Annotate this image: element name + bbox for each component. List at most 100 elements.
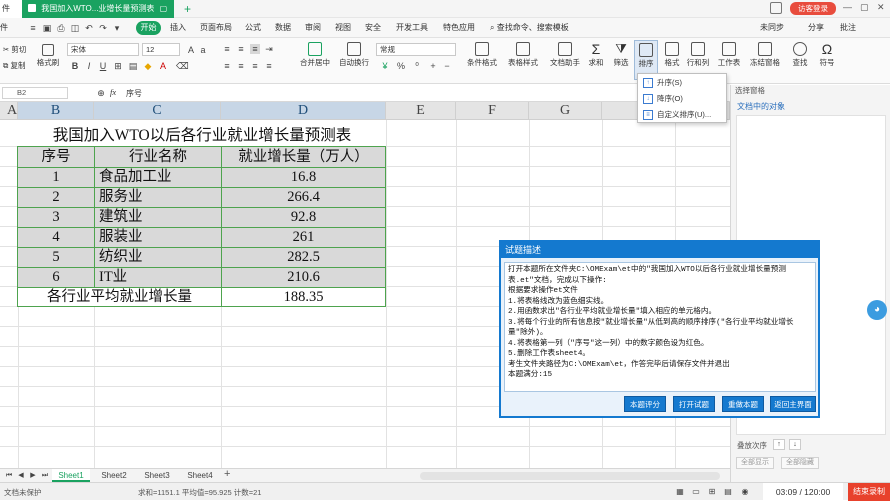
col-header-g[interactable]: G bbox=[529, 102, 602, 120]
tab-review[interactable]: 审阅 bbox=[305, 21, 321, 35]
col-header-f[interactable]: F bbox=[456, 102, 529, 120]
next-sheet-icon[interactable]: ▶ bbox=[28, 471, 38, 481]
redo-icon[interactable]: ↷ bbox=[98, 23, 108, 33]
cell-no[interactable]: 6 bbox=[18, 268, 94, 288]
font-grow-icon[interactable]: A bbox=[186, 45, 196, 55]
search-command[interactable]: ⌕ 查找命令、搜索模板 bbox=[490, 21, 569, 35]
page-view-icon[interactable]: ▭ bbox=[691, 487, 701, 497]
thousands-icon[interactable]: ⁰ bbox=[412, 61, 422, 71]
preview-icon[interactable]: ◫ bbox=[70, 23, 80, 33]
cell-no[interactable]: 3 bbox=[18, 208, 94, 228]
cell-no[interactable]: 5 bbox=[18, 248, 94, 268]
avg-value-cell[interactable]: 188.35 bbox=[222, 288, 385, 308]
document-tab[interactable]: 我国加入WTO...业增长量预测表 ▢ ✕ bbox=[22, 0, 174, 31]
prev-sheet-icon[interactable]: ◀ bbox=[16, 471, 26, 481]
font-color-icon[interactable]: A bbox=[158, 61, 168, 71]
header-cell-no[interactable]: 序号 bbox=[18, 148, 94, 168]
tab-formula[interactable]: 公式 bbox=[245, 21, 261, 35]
cell-value[interactable]: 261 bbox=[222, 228, 385, 248]
copy-button[interactable]: ⧉ 复制 bbox=[3, 60, 25, 71]
cell-name[interactable]: 食品加工业 bbox=[99, 168, 221, 188]
tab-developer[interactable]: 开发工具 bbox=[396, 21, 428, 35]
font-name-select[interactable]: 宋体 bbox=[67, 43, 139, 56]
align-middle-icon[interactable]: ≡ bbox=[236, 44, 246, 54]
redo-question-button[interactable]: 重做本题 bbox=[722, 396, 764, 412]
sort-ascending-item[interactable]: ↑ 升序(S) bbox=[640, 76, 726, 90]
tab-page-layout[interactable]: 页面布局 bbox=[200, 21, 232, 35]
formula-input[interactable]: 序号 bbox=[126, 88, 142, 99]
reading-view-icon[interactable]: ▤ bbox=[723, 487, 733, 497]
align-bottom-icon[interactable]: ≡ bbox=[250, 44, 260, 54]
custom-sort-item[interactable]: ≡ 自定义排序(U)... bbox=[640, 108, 726, 122]
first-sheet-icon[interactable]: ⏮ bbox=[4, 471, 14, 481]
col-header-d[interactable]: D bbox=[221, 102, 386, 120]
add-tab-button[interactable]: + bbox=[178, 0, 197, 18]
last-sheet-icon[interactable]: ⏭ bbox=[40, 471, 50, 481]
add-sheet-icon[interactable]: + bbox=[224, 468, 230, 480]
col-header-b[interactable]: B bbox=[18, 102, 94, 120]
cell-value[interactable]: 266.4 bbox=[222, 188, 385, 208]
minimize-button[interactable]: — bbox=[843, 2, 852, 12]
cell-value[interactable]: 92.8 bbox=[222, 208, 385, 228]
align-left-icon[interactable]: ≡ bbox=[222, 61, 232, 71]
sheet-title[interactable]: 我国加入WTO以后各行业就业增长量预测表 bbox=[18, 126, 386, 146]
bold-button[interactable]: B bbox=[70, 61, 80, 71]
normal-view-icon[interactable]: ▦ bbox=[675, 487, 685, 497]
cell-value[interactable]: 282.5 bbox=[222, 248, 385, 268]
wrap-text-button[interactable]: 自动换行 bbox=[336, 42, 372, 68]
col-header-e[interactable]: E bbox=[386, 102, 456, 120]
fill-color-icon[interactable]: ◆ bbox=[143, 61, 153, 71]
conditional-format-button[interactable]: 条件格式 bbox=[462, 42, 502, 68]
sheet-tab-4[interactable]: Sheet4 bbox=[182, 469, 218, 482]
format-button[interactable]: 格式 bbox=[660, 42, 684, 68]
sheet-tab-3[interactable]: Sheet3 bbox=[139, 469, 175, 482]
tab-view[interactable]: 视图 bbox=[335, 21, 351, 35]
fx-button[interactable]: fx bbox=[110, 87, 116, 97]
cell-name[interactable]: 纺织业 bbox=[99, 248, 221, 268]
font-size-select[interactable]: 12 bbox=[142, 43, 180, 56]
more-icon[interactable]: ▾ bbox=[112, 23, 122, 33]
symbol-button[interactable]: Ω 符号 bbox=[814, 42, 840, 68]
back-to-main-button[interactable]: 返回主界面 bbox=[770, 396, 816, 412]
zoom-icon[interactable]: ⊕ bbox=[96, 88, 106, 98]
cell-name[interactable]: 建筑业 bbox=[99, 208, 221, 228]
italic-button[interactable]: I bbox=[84, 61, 94, 71]
merge-center-button[interactable]: 合并居中 bbox=[296, 42, 334, 68]
chat-bot-icon[interactable]: ◕ bbox=[867, 300, 887, 320]
close-window-button[interactable]: ✕ bbox=[877, 2, 885, 13]
col-header-c[interactable]: C bbox=[94, 102, 221, 120]
eye-icon[interactable]: ◉ bbox=[740, 487, 750, 497]
share-button[interactable]: 分享 bbox=[808, 21, 824, 35]
col-header-a[interactable]: A bbox=[0, 102, 18, 120]
question-text-box[interactable]: 打开本题所在文件夹C:\OMExam\et中的"我国加入WTO以后各行业就业增长… bbox=[504, 262, 816, 392]
print-icon[interactable]: ⎙ bbox=[56, 23, 66, 33]
filter-button[interactable]: ⧩ 筛选 bbox=[609, 42, 633, 68]
grade-button[interactable]: 本题评分 bbox=[624, 396, 666, 412]
align-right-icon[interactable]: ≡ bbox=[250, 61, 260, 71]
row-col-button[interactable]: 行和列 bbox=[684, 42, 712, 68]
freeze-panes-button[interactable]: 冻结窗格 bbox=[746, 42, 784, 68]
font-shrink-icon[interactable]: a bbox=[198, 45, 208, 55]
menu-file[interactable]: 件 bbox=[0, 21, 8, 35]
sync-status[interactable]: 未同步 bbox=[760, 21, 784, 35]
move-up-icon[interactable]: ↑ bbox=[773, 439, 785, 450]
sum-button[interactable]: Σ 求和 bbox=[584, 42, 608, 68]
cell-name[interactable]: IT业 bbox=[99, 268, 221, 288]
tab-insert[interactable]: 插入 bbox=[170, 21, 186, 35]
cell-value[interactable]: 210.6 bbox=[222, 268, 385, 288]
horizontal-scrollbar[interactable] bbox=[420, 472, 720, 480]
sort-descending-item[interactable]: ↓ 降序(O) bbox=[640, 92, 726, 106]
percent-icon[interactable]: % bbox=[396, 61, 406, 71]
cell-no[interactable]: 1 bbox=[18, 168, 94, 188]
doc-helper-button[interactable]: 文档助手 bbox=[547, 42, 583, 68]
cut-button[interactable]: ✂ 剪切 bbox=[3, 44, 26, 55]
worksheet-button[interactable]: 工作表 bbox=[714, 42, 744, 68]
indent-icon[interactable]: ⇥ bbox=[264, 44, 274, 54]
save-icon[interactable]: ▣ bbox=[42, 23, 52, 33]
merge-icon[interactable]: ▤ bbox=[128, 61, 138, 71]
number-format-select[interactable]: 常规 bbox=[376, 43, 456, 56]
move-down-icon[interactable]: ↓ bbox=[789, 439, 801, 450]
end-recording-button[interactable]: 结束录制 bbox=[848, 483, 890, 501]
tab-security[interactable]: 安全 bbox=[365, 21, 381, 35]
sheet-tab-2[interactable]: Sheet2 bbox=[96, 469, 132, 482]
